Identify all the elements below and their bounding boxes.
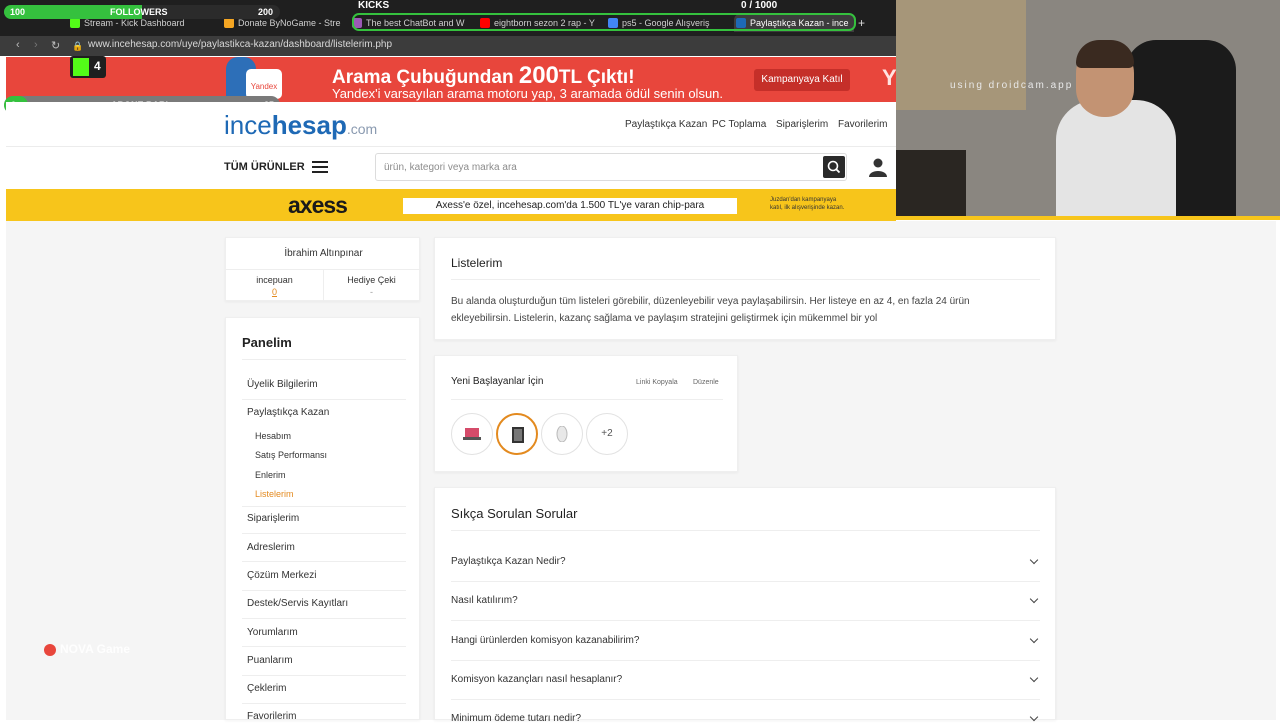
url-field[interactable]: www.incehesap.com/uye/paylastikca-kazan/… [88, 39, 392, 50]
followers-goal: 200 [258, 7, 274, 17]
list-product-thumb[interactable] [541, 413, 583, 455]
more-products-button[interactable]: +2 [586, 413, 628, 455]
yandex-logo: Y [882, 65, 897, 90]
kick-logo-icon [73, 58, 89, 76]
list-product-thumb[interactable] [451, 413, 493, 455]
search-button[interactable] [823, 156, 845, 178]
submenu-hesabim[interactable]: Hesabım [255, 431, 291, 441]
wall-map [896, 0, 1026, 110]
kick-count-badge: 4 [70, 56, 106, 78]
donate-icon [224, 18, 234, 28]
list-title: Yeni Başlayanlar İçin [451, 376, 544, 387]
laptop-icon [463, 428, 481, 440]
menu-uyelik-bilgilerim[interactable]: Üyelik Bilgilerim [247, 379, 318, 390]
menu-destek-servis[interactable]: Destek/Servis Kayıtları [247, 598, 348, 609]
site-header: incehesap.com Paylaştıkça Kazan PC Topla… [6, 102, 896, 147]
chevron-down-icon[interactable] [1029, 594, 1039, 604]
join-campaign-button[interactable]: Kampanyaya Katıl [754, 69, 850, 91]
kicks-goal-bar [352, 13, 856, 31]
submenu-satis-performansi[interactable]: Satış Performansı [255, 450, 327, 460]
menu-yorumlarim[interactable]: Yorumlarım [247, 627, 298, 638]
menu-paylastikca-kazan[interactable]: Paylaştıkça Kazan [247, 407, 329, 418]
back-icon[interactable]: ‹ [16, 39, 20, 51]
webcam-watermark: using droidcam.app [950, 80, 1074, 91]
new-tab-button[interactable]: + [856, 14, 876, 32]
pc-case-icon [512, 427, 524, 443]
intro-text: Bu alanda oluşturduğun tüm listeleri gör… [451, 296, 970, 324]
webcam-strip [896, 216, 1280, 220]
menu-ceklerim[interactable]: Çeklerim [247, 683, 286, 694]
incepuan-value[interactable]: 0 [226, 287, 323, 297]
all-products-button[interactable]: TÜM ÜRÜNLER [224, 161, 305, 173]
faq-card: Sıkça Sorulan Sorular Paylaştıkça Kazan … [434, 487, 1056, 724]
incehesap-logo[interactable]: incehesap.com [224, 110, 377, 141]
page-title: Listelerim [451, 256, 503, 270]
gift-label: Hediye Çeki [347, 275, 396, 285]
search-placeholder: ürün, kategori veya marka ara [384, 162, 517, 173]
list-product-thumb[interactable] [496, 413, 538, 455]
user-icon[interactable] [868, 157, 888, 177]
faq-question[interactable]: Hangi ürünlerden komisyon kazanabilirim? [451, 635, 639, 646]
chevron-down-icon[interactable] [1029, 555, 1039, 565]
menu-favorilerim[interactable]: Favorilerim [247, 711, 296, 722]
banner-subtext: Yandex'i varsayılan arama motoru yap, 3 … [332, 86, 724, 101]
panel-title: Panelim [242, 335, 292, 350]
kick-icon [70, 18, 80, 28]
lock-icon: 🔒 [72, 41, 84, 51]
kicks-count: 0 / 1000 [741, 0, 778, 11]
followers-label: FOLLOWERS [110, 7, 168, 17]
menu-adreslerim[interactable]: Adreslerim [247, 542, 295, 553]
browser-addressbar: ‹ › ↻ 🔒 www.incehesap.com/uye/paylastikc… [0, 36, 896, 56]
faq-title: Sıkça Sorulan Sorular [451, 506, 578, 521]
kicks-label: KICKS [358, 0, 390, 11]
followers-current: 100 [10, 7, 26, 17]
copy-link-button[interactable]: Linki Kopyala [636, 379, 678, 386]
edit-list-button[interactable]: Düzenle [693, 379, 719, 386]
chevron-down-icon[interactable] [1029, 673, 1039, 683]
nav-pc-toplama[interactable]: PC Toplama [712, 119, 766, 130]
nav-favorilerim[interactable]: Favorilerim [838, 119, 887, 130]
faq-question[interactable]: Komisyon kazançları nasıl hesaplanır? [451, 674, 622, 685]
search-input[interactable]: ürün, kategori veya marka ara [375, 153, 847, 181]
axess-message: Axess'e özel, incehesap.com'da 1.500 TL'… [403, 198, 737, 214]
panel-menu: Panelim Üyelik Bilgilerim Paylaştıkça Ka… [225, 317, 420, 722]
yandex-chip: Yandex [246, 69, 282, 99]
gift-value: - [370, 287, 373, 297]
submenu-listelerim[interactable]: Listelerim [255, 489, 294, 499]
webcam-feed: using droidcam.app [896, 0, 1280, 216]
forward-icon[interactable]: › [34, 39, 38, 51]
axess-small-text: Juzdan'dan kampanyaya katıl, ilk alışver… [770, 197, 845, 211]
faq-question[interactable]: Minimum ödeme tutarı nedir? [451, 713, 581, 724]
user-name: İbrahim Altınpınar [284, 248, 363, 259]
list-card: Yeni Başlayanlar İçin Linki Kopyala Düze… [434, 355, 738, 472]
menu-puanlarim[interactable]: Puanlarım [247, 655, 293, 666]
axess-logo: axess [288, 192, 348, 218]
faq-question[interactable]: Nasıl katılırım? [451, 595, 518, 606]
search-row: TÜM ÜRÜNLER ürün, kategori veya marka ar… [6, 148, 896, 188]
nav-siparislerim[interactable]: Siparişlerim [776, 119, 828, 130]
menu-cozum-merkezi[interactable]: Çözüm Merkezi [247, 570, 316, 581]
axess-promo-banner[interactable]: axess Axess'e özel, incehesap.com'da 1.5… [6, 189, 896, 221]
search-icon [827, 160, 841, 174]
lists-intro-card: Listelerim Bu alanda oluşturduğun tüm li… [434, 237, 1056, 340]
menu-icon[interactable] [312, 161, 328, 173]
followers-goal-bar: 100 FOLLOWERS 200 [4, 5, 280, 19]
incepuan-label: incepuan [256, 275, 293, 285]
faq-question[interactable]: Paylaştıkça Kazan Nedir? [451, 556, 566, 567]
submenu-enlerim[interactable]: Enlerim [255, 470, 286, 480]
kick-count-value: 4 [94, 59, 101, 73]
profile-card: İbrahim Altınpınar incepuan 0 Hediye Çek… [225, 237, 421, 302]
nova-watermark: NOVA Game [44, 642, 130, 656]
mouse-icon [556, 426, 568, 442]
menu-siparislerim[interactable]: Siparişlerim [247, 513, 299, 524]
reload-icon[interactable]: ↻ [51, 39, 60, 52]
chevron-down-icon[interactable] [1029, 634, 1039, 644]
nav-paylastikca-kazan[interactable]: Paylaştıkça Kazan [625, 119, 707, 130]
nova-logo-icon [44, 643, 56, 656]
